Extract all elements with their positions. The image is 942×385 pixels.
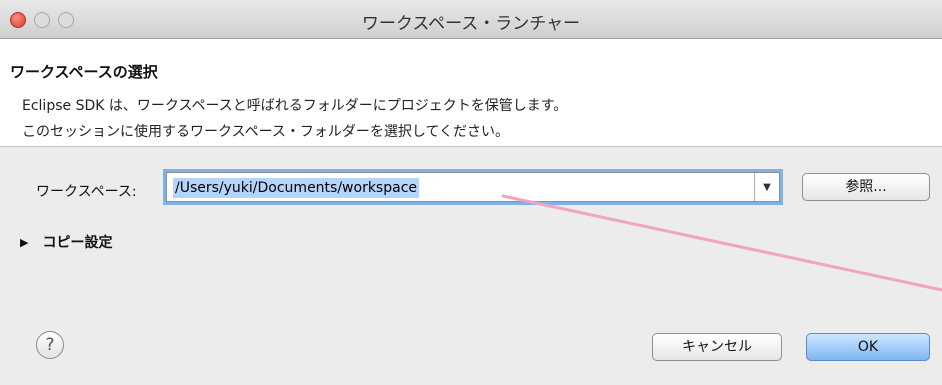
annotation-line: [501, 194, 942, 292]
annotation-pointer-line: [501, 194, 942, 292]
